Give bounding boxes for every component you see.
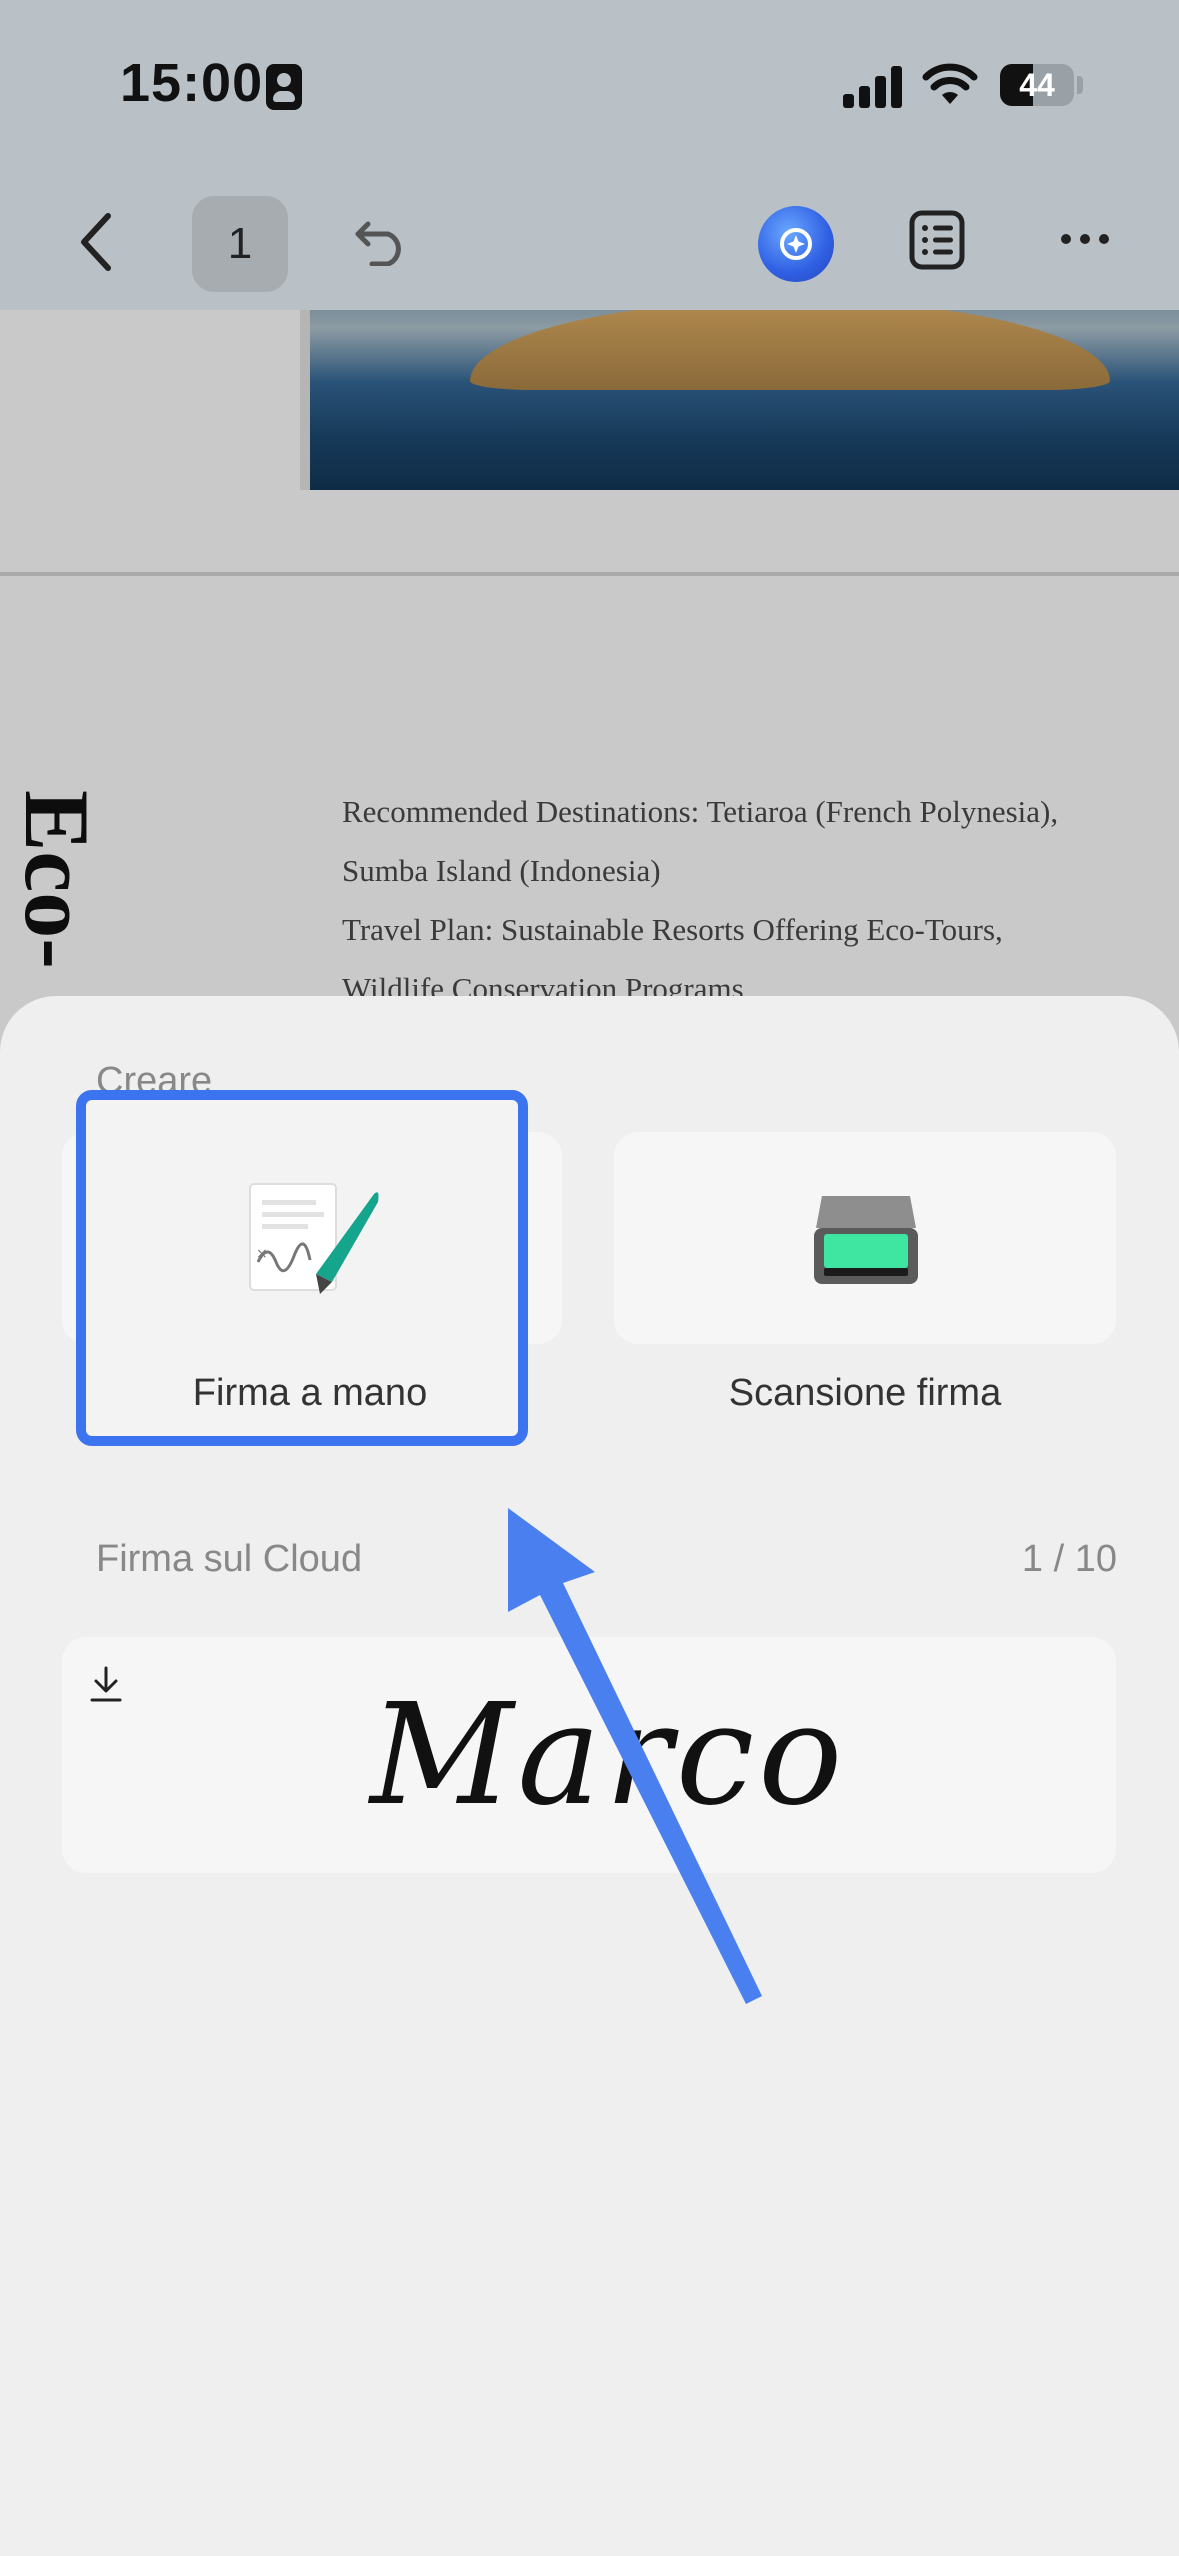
scan-option-label: Scansione firma (728, 1372, 1002, 1414)
list-icon (909, 210, 965, 270)
ai-sparkle-icon (780, 228, 812, 260)
saved-signature-text: Marco (370, 1674, 847, 1837)
page-divider (0, 572, 1179, 576)
battery-level: 44 (1019, 67, 1055, 103)
back-button[interactable] (64, 206, 128, 278)
page-number-button[interactable]: 1 (192, 196, 288, 292)
battery-indicator: 44 (1000, 64, 1074, 106)
ai-assistant-button[interactable] (758, 206, 834, 282)
document-line: Recommended Destinations: Tetiaroa (Fren… (342, 794, 1059, 829)
handwritten-signature-icon: × (249, 1183, 379, 1294)
download-icon[interactable] (88, 1664, 124, 1704)
more-options-button[interactable] (1050, 214, 1120, 264)
island-shape (470, 310, 1110, 390)
document-line: Travel Plan: Sustainable Resorts Offerin… (342, 912, 1003, 947)
scanner-icon (814, 1196, 918, 1284)
cellular-signal-icon (843, 64, 905, 108)
more-horizontal-icon (1061, 234, 1109, 244)
document-line: Sumba Island (Indonesia) (342, 853, 661, 888)
wifi-icon (922, 63, 978, 104)
top-bar: 15:00 44 1 (0, 0, 1179, 310)
cloud-section-label: Firma sul Cloud (96, 1538, 363, 1580)
handwritten-option-label: Firma a mano (192, 1372, 428, 1414)
undo-button[interactable] (352, 210, 412, 270)
undo-icon (355, 221, 401, 266)
outline-button[interactable] (905, 208, 969, 272)
chevron-left-icon (81, 213, 111, 271)
status-time: 15:00 (120, 53, 264, 113)
island-photo (300, 310, 1179, 490)
svg-text:×: × (256, 1246, 268, 1262)
battery-tip (1077, 76, 1083, 94)
document-body: Recommended Destinations: Tetiaroa (Fren… (342, 782, 1162, 1018)
document-vertical-title: Eco- (6, 790, 108, 969)
cloud-signature-count: 1 / 10 (1021, 1538, 1117, 1580)
contact-card-icon (266, 64, 302, 110)
